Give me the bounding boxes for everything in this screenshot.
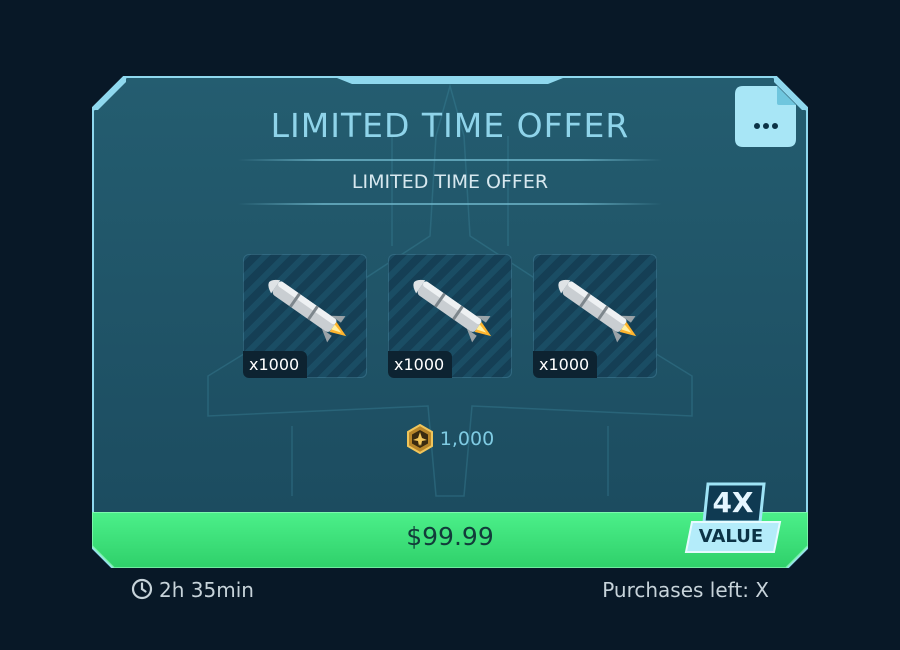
currency-reward: 1,000	[92, 424, 808, 454]
reward-item[interactable]: x1000	[388, 254, 512, 378]
missile-icon	[558, 279, 637, 343]
title-divider-top	[238, 159, 662, 161]
offer-title: LIMITED TIME OFFER	[270, 106, 630, 145]
time-left: 2h 35min	[159, 578, 254, 602]
item-quantity: x1000	[533, 351, 598, 378]
reward-item[interactable]: x1000	[243, 254, 367, 378]
title-divider-bottom	[238, 203, 662, 205]
badge-label: VALUE	[698, 526, 764, 547]
offer-subtitle: LIMITED TIME OFFER	[351, 171, 549, 193]
purchases-left: Purchases left: X	[602, 578, 769, 602]
ellipsis-icon	[735, 86, 796, 147]
menu-button[interactable]	[735, 86, 796, 147]
item-quantity: x1000	[388, 351, 453, 378]
jet-coin-icon	[406, 424, 433, 454]
offer-panel: LIMITED TIME OFFER LIMITED TIME OFFER x1…	[92, 76, 808, 568]
item-quantity: x1000	[243, 351, 308, 378]
timer: 2h 35min	[131, 578, 254, 602]
clock-icon	[131, 578, 153, 600]
missile-icon	[268, 279, 347, 343]
currency-amount: 1,000	[439, 428, 495, 450]
missile-icon	[413, 279, 492, 343]
reward-item[interactable]: x1000	[533, 254, 657, 378]
badge-multiplier: 4X	[712, 486, 754, 519]
value-badge: 4X VALUE	[682, 480, 792, 564]
